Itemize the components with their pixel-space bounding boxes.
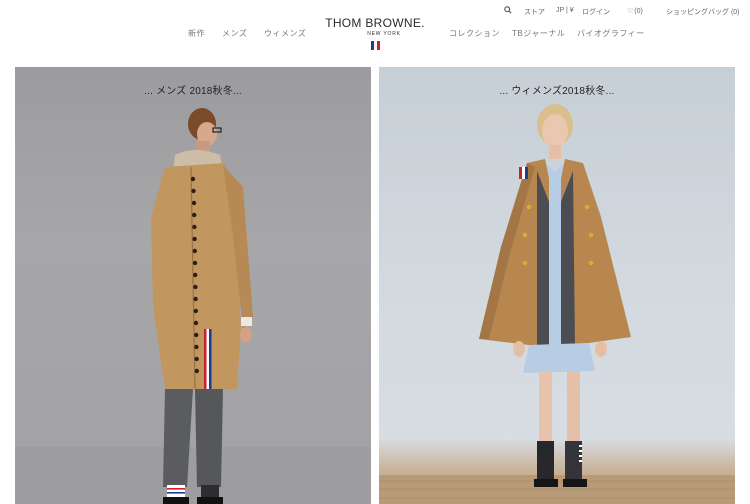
site-header: ストア JP | ¥ ログイン ♡(0) ショッピングバッグ (0) 新作 メン…	[0, 0, 750, 66]
wishlist-link[interactable]: ♡(0)	[627, 7, 643, 15]
mens-fw18-panel[interactable]: ... メンズ 2018秋冬...	[15, 67, 371, 504]
nav-new[interactable]: 新作	[188, 28, 205, 39]
womens-look-image	[379, 104, 735, 504]
nav-collection[interactable]: コレクション	[449, 28, 500, 39]
brand-logo[interactable]: THOM BROWNE. NEW YORK	[322, 17, 428, 50]
mens-look-image	[15, 108, 371, 504]
logo-wordmark: THOM BROWNE.	[325, 16, 425, 30]
login-link[interactable]: ログイン	[582, 7, 610, 17]
nav-tb-journal[interactable]: TBジャーナル	[512, 28, 565, 39]
nav-biography[interactable]: バイオグラフィー	[577, 28, 645, 39]
heart-icon: ♡	[627, 8, 634, 15]
locale-selector[interactable]: JP | ¥	[556, 7, 574, 14]
wishlist-count: (0)	[634, 8, 643, 15]
flag-stripe-red	[376, 41, 380, 50]
store-link[interactable]: ストア	[524, 7, 545, 17]
womens-fw18-panel[interactable]: ... ウィメンズ2018秋冬...	[379, 67, 735, 504]
mens-panel-title[interactable]: ... メンズ 2018秋冬...	[15, 82, 371, 97]
search-icon[interactable]	[504, 6, 512, 16]
nav-womens[interactable]: ウィメンズ	[264, 28, 306, 39]
tricolor-flag-icon	[370, 41, 380, 50]
womens-panel-title[interactable]: ... ウィメンズ2018秋冬...	[379, 82, 735, 97]
nav-mens[interactable]: メンズ	[222, 28, 247, 39]
logo-subtitle: NEW YORK	[367, 31, 401, 37]
shopping-bag-link[interactable]: ショッピングバッグ (0)	[666, 7, 740, 17]
